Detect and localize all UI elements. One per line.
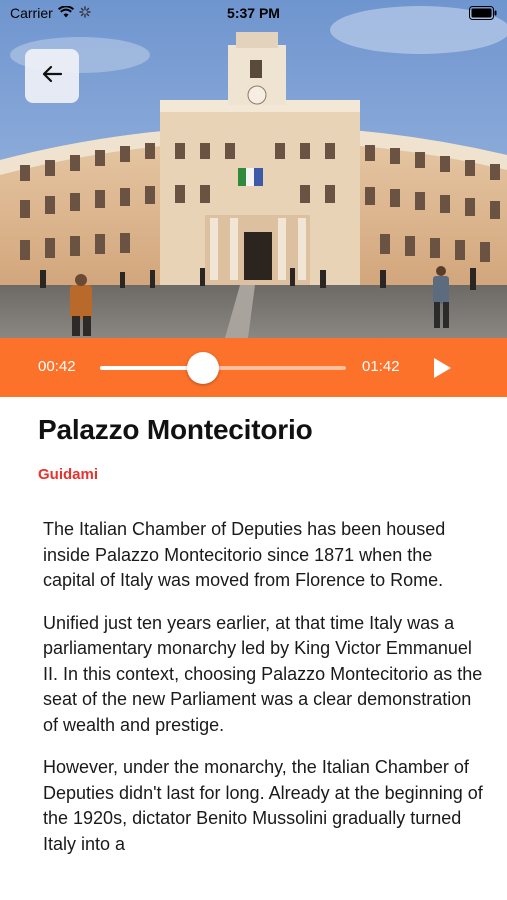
back-button[interactable]: [25, 49, 79, 103]
paragraph: The Italian Chamber of Deputies has been…: [43, 519, 446, 590]
paragraph: However, under the monarchy, the Italian…: [43, 757, 483, 854]
arrow-left-icon: [41, 65, 63, 88]
article-body: The Italian Chamber of Deputies has been…: [43, 517, 483, 874]
seek-slider[interactable]: [100, 352, 346, 384]
audio-player: 00:42 01:42: [0, 338, 507, 397]
current-time: 00:42: [38, 358, 76, 375]
author-link[interactable]: Guidami: [38, 466, 98, 483]
play-icon: [430, 358, 454, 384]
article-title: Palazzo Montecitorio: [38, 414, 313, 445]
seek-thumb[interactable]: [187, 352, 220, 384]
paragraph: Unified just ten years earlier, at that …: [43, 612, 483, 735]
status-time: 5:37 PM: [227, 5, 280, 21]
play-button[interactable]: [430, 356, 454, 380]
total-time: 01:42: [362, 358, 400, 375]
status-bar: Carrier 5:37 PM: [0, 0, 507, 28]
battery-icon: [469, 6, 497, 23]
